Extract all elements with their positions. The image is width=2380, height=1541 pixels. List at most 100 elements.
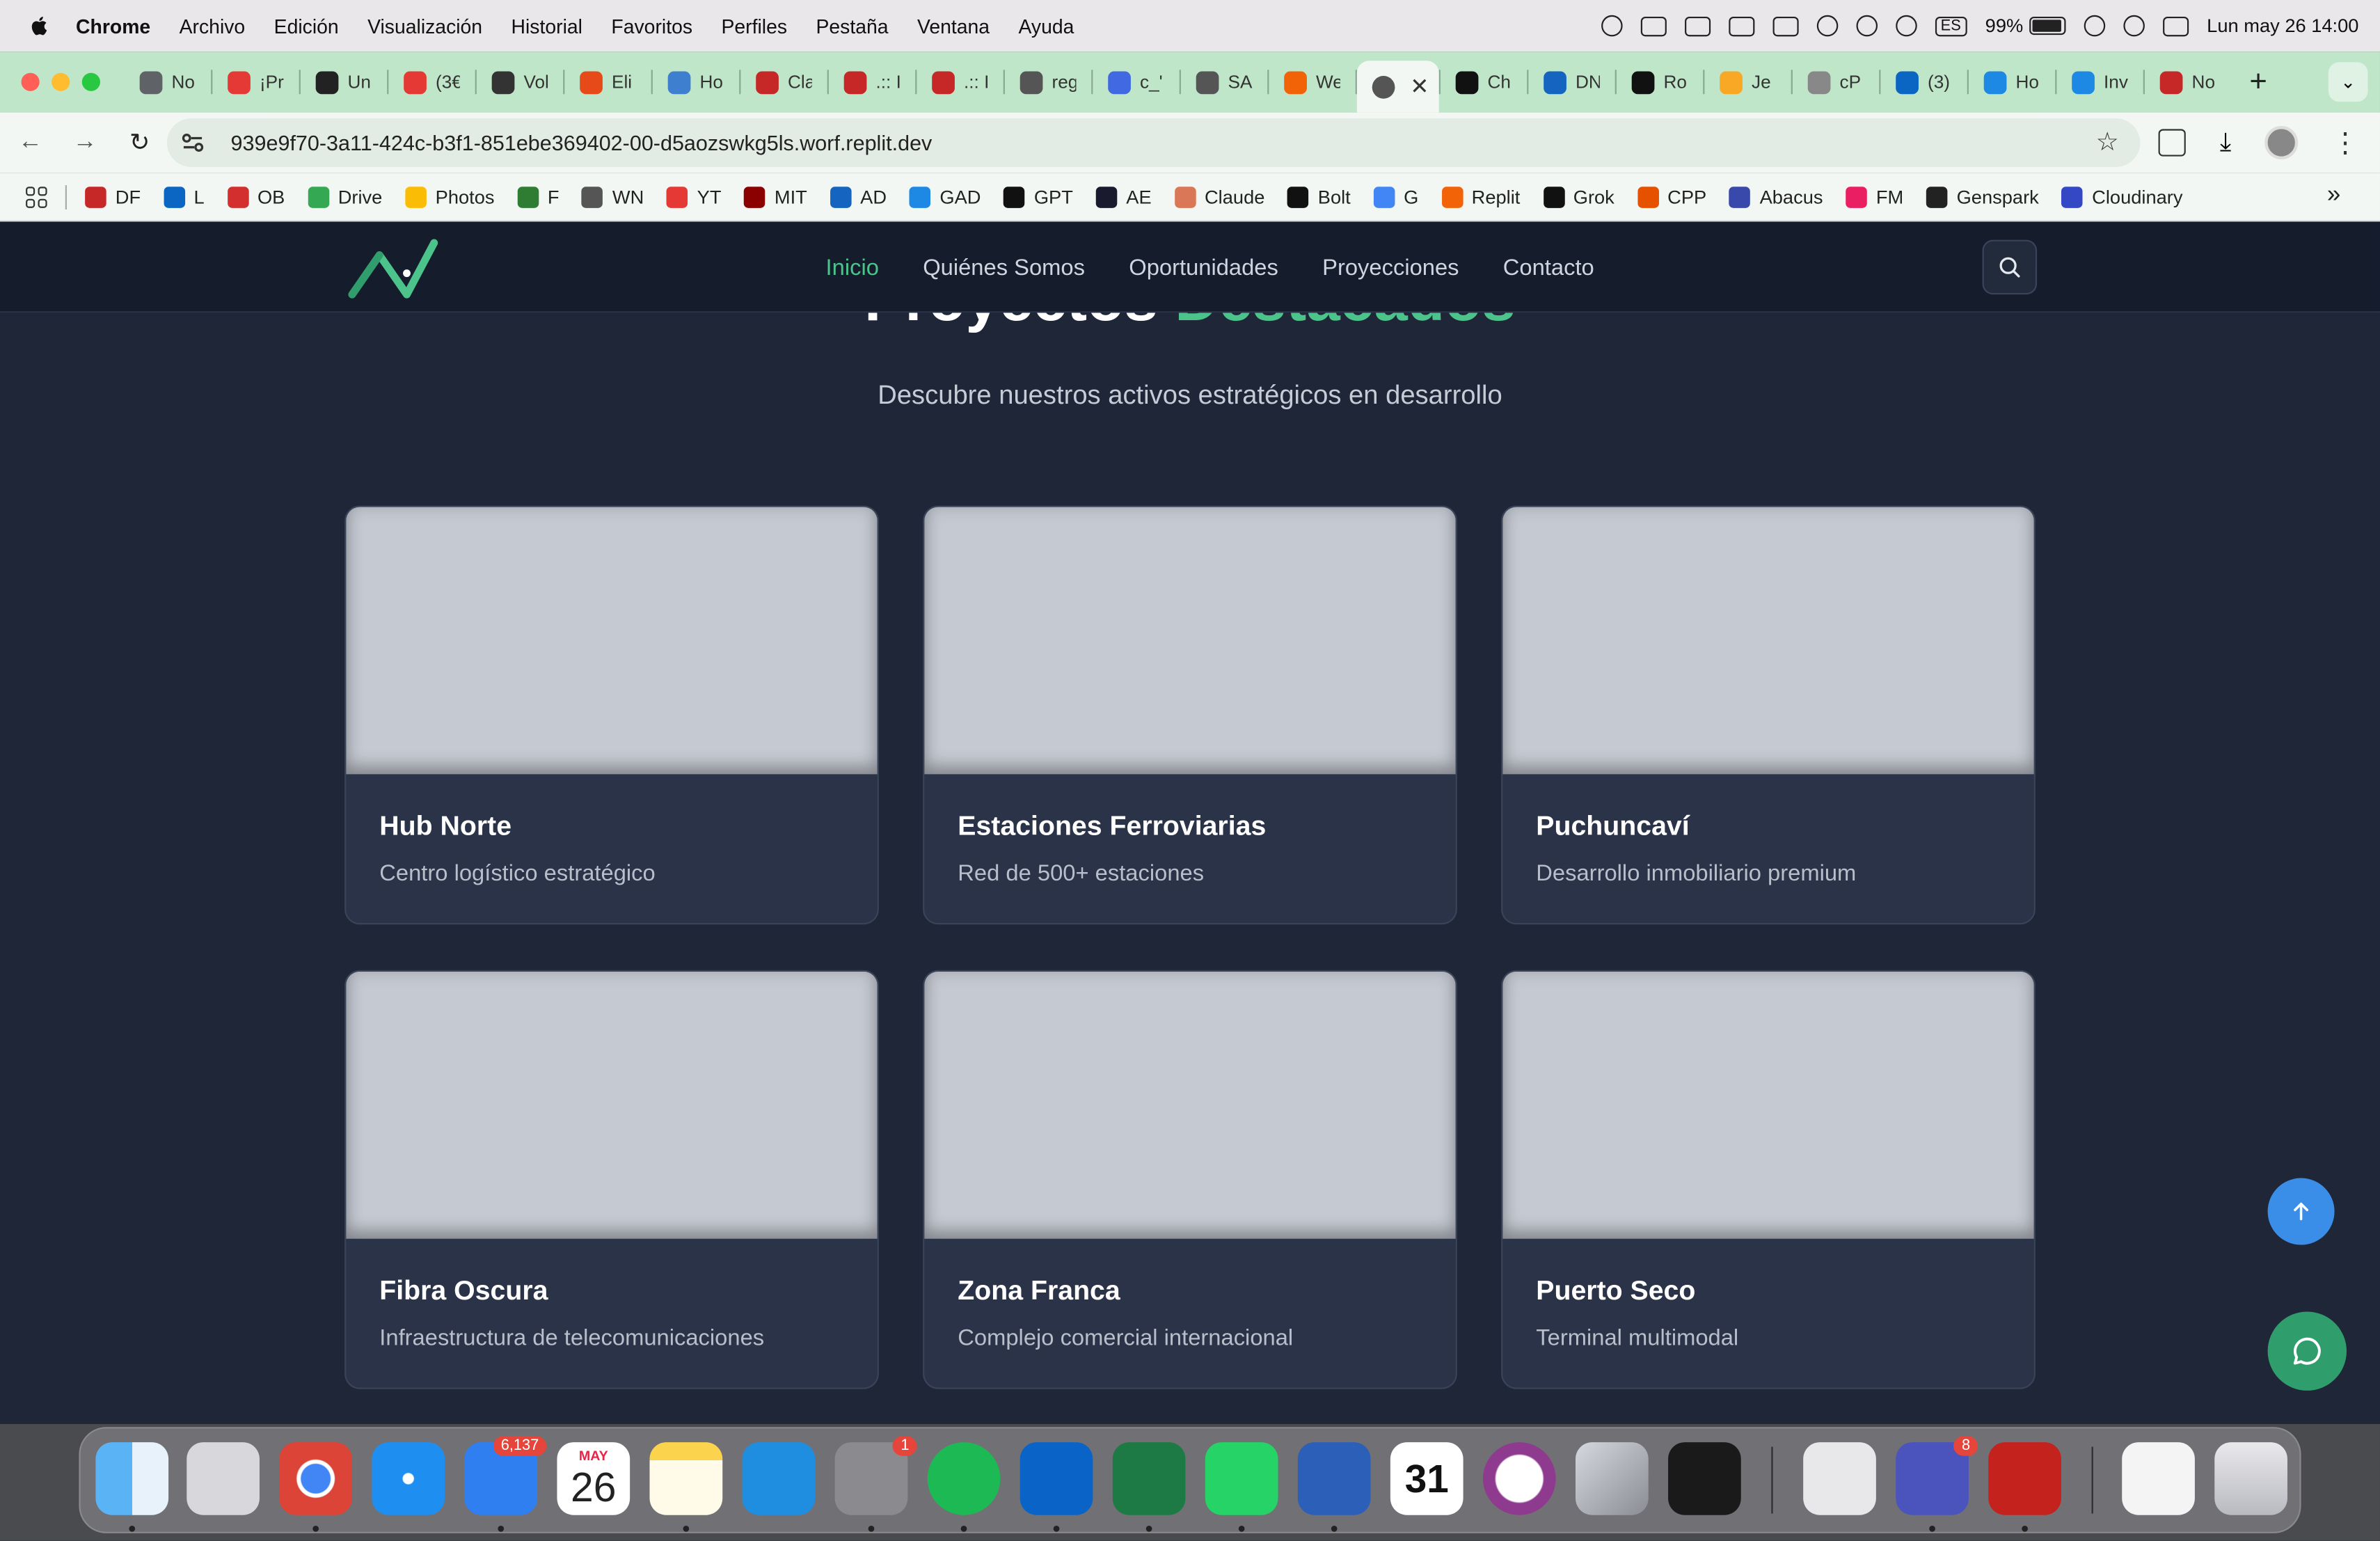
nav-proyecciones[interactable]: Proyecciones <box>1322 254 1459 280</box>
browser-tab[interactable]: (3) <box>1880 59 1967 104</box>
close-tab-icon[interactable]: ✕ <box>1410 73 1429 100</box>
nav-contacto[interactable]: Contacto <box>1503 254 1594 280</box>
safari-icon[interactable] <box>372 1442 445 1515</box>
launchpad-icon[interactable] <box>187 1442 260 1515</box>
iphone-mirroring-icon[interactable] <box>1576 1442 1649 1515</box>
bookmark-item[interactable]: Claude <box>1174 186 1264 207</box>
bookmark-item[interactable]: Grok <box>1543 186 1615 207</box>
bookmark-item[interactable]: AE <box>1095 186 1152 207</box>
tab-active[interactable]: ✕ <box>1356 61 1439 113</box>
browser-tab[interactable]: Vol <box>477 59 563 104</box>
acrobat-icon[interactable] <box>1988 1442 2061 1515</box>
browser-tab[interactable]: Ho <box>653 59 739 104</box>
bookmark-item[interactable]: CPP <box>1637 186 1706 207</box>
close-window-icon[interactable] <box>21 72 40 91</box>
brand-logo-icon[interactable] <box>346 234 440 301</box>
bookmark-item[interactable]: OB <box>227 186 285 207</box>
keyboard-icon[interactable] <box>1772 15 1798 36</box>
browser-tab[interactable]: (3€ <box>388 59 475 104</box>
browser-tab[interactable]: No <box>2145 59 2231 104</box>
bookmark-item[interactable]: YT <box>667 186 722 207</box>
calendar-31-icon[interactable]: 31 <box>1390 1442 1463 1515</box>
browser-tab[interactable]: Cla <box>740 59 827 104</box>
chrome-menu-icon[interactable]: ⋮ <box>2331 127 2358 159</box>
menu-clock[interactable]: Lun may 26 14:00 <box>2207 15 2358 37</box>
outlook-status-icon[interactable] <box>1640 15 1666 36</box>
tab-search-chevron-icon[interactable]: ⌄ <box>2328 62 2368 102</box>
spotlight-search-icon[interactable] <box>2123 15 2145 37</box>
minimize-window-icon[interactable] <box>51 72 70 91</box>
disk-utility-icon[interactable] <box>1803 1442 1876 1515</box>
url-text[interactable]: 939e9f70-3a11-424c-b3f1-851ebe369402-00-… <box>231 131 933 155</box>
menu-perfiles[interactable]: Perfiles <box>721 15 787 38</box>
menu-favoritos[interactable]: Favoritos <box>611 15 692 38</box>
apple-menu-icon[interactable] <box>27 14 51 38</box>
apps-grid-icon[interactable] <box>26 186 47 207</box>
browser-tab[interactable]: No <box>125 59 211 104</box>
browser-tab[interactable]: Je <box>1704 59 1791 104</box>
project-card-puchuncavi[interactable]: Puchuncaví Desarrollo inmobiliario premi… <box>1501 505 2036 925</box>
chat-button[interactable] <box>2267 1311 2347 1391</box>
profile-avatar[interactable] <box>2264 126 2299 160</box>
menu-edicion[interactable]: Edición <box>274 15 339 38</box>
site-search-button[interactable] <box>1982 239 2038 295</box>
bookmark-item[interactable]: WN <box>582 186 644 207</box>
menu-pestana[interactable]: Pestaña <box>816 15 888 38</box>
project-card-estaciones[interactable]: Estaciones Ferroviarias Red de 500+ esta… <box>923 505 1457 925</box>
forward-arrow-icon[interactable]: → <box>68 129 102 156</box>
circle-app-icon[interactable] <box>1482 1442 1556 1515</box>
bookmark-item[interactable]: Replit <box>1441 186 1520 207</box>
bookmark-star-icon[interactable]: ☆ <box>2096 127 2119 158</box>
battery-status[interactable]: 99% <box>1985 15 2066 36</box>
nav-oportunidades[interactable]: Oportunidades <box>1129 254 1278 280</box>
link-icon[interactable] <box>2084 15 2106 37</box>
back-arrow-icon[interactable]: ← <box>14 129 47 156</box>
document-preview-icon[interactable] <box>2122 1442 2195 1515</box>
excel-icon[interactable] <box>1112 1442 1186 1515</box>
browser-tab[interactable]: Ro <box>1617 59 1703 104</box>
project-card-fibra-oscura[interactable]: Fibra Oscura Infraestructura de telecomu… <box>344 970 879 1389</box>
bookmark-item[interactable]: AD <box>830 186 887 207</box>
address-bar[interactable]: 939e9f70-3a11-424c-b3f1-851ebe369402-00-… <box>166 118 2141 167</box>
browser-tab[interactable]: cP <box>1793 59 1879 104</box>
browser-tab[interactable]: .:: I <box>829 59 915 104</box>
teams-icon[interactable]: 8 <box>1896 1436 1978 1515</box>
browser-tab[interactable]: Inv <box>2056 59 2143 104</box>
play-icon[interactable] <box>1816 15 1838 37</box>
notes-icon[interactable] <box>649 1442 723 1515</box>
scroll-to-top-button[interactable] <box>2267 1178 2335 1245</box>
bookmark-item[interactable]: Genspark <box>1926 186 2039 207</box>
browser-tab[interactable]: Eli <box>564 59 651 104</box>
menu-historial[interactable]: Historial <box>511 15 582 38</box>
bookmark-item[interactable]: Abacus <box>1729 186 1823 207</box>
bookmark-item[interactable]: Photos <box>405 186 495 207</box>
finder-icon[interactable] <box>95 1442 169 1515</box>
input-source-badge[interactable]: ES <box>1934 15 1967 36</box>
status-app-icon[interactable] <box>1601 15 1622 37</box>
calendar-icon[interactable]: MAY 26 <box>557 1442 630 1515</box>
bookmark-item[interactable]: L <box>163 186 205 207</box>
airpods-icon[interactable] <box>1855 15 1878 37</box>
mail-icon[interactable]: 6,137 <box>464 1436 547 1515</box>
extensions-puzzle-icon[interactable] <box>2159 129 2187 157</box>
browser-tab[interactable]: c_' <box>1093 59 1179 104</box>
browser-tab[interactable]: Un <box>301 59 387 104</box>
bookmark-item[interactable]: GPT <box>1003 186 1073 207</box>
keynote-icon[interactable] <box>742 1442 816 1515</box>
trash-icon[interactable] <box>2214 1442 2287 1515</box>
bookmark-item[interactable]: Cloudinary <box>2061 186 2183 207</box>
bluetooth-icon[interactable] <box>1895 15 1917 37</box>
nav-inicio[interactable]: Inicio <box>826 254 879 280</box>
project-card-hub-norte[interactable]: Hub Norte Centro logístico estratégico <box>344 505 879 925</box>
bookmark-item[interactable]: GAD <box>909 186 981 207</box>
project-card-puerto-seco[interactable]: Puerto Seco Terminal multimodal <box>1501 970 2036 1389</box>
whatsapp-icon[interactable] <box>1205 1442 1278 1515</box>
replit-dock-icon[interactable] <box>1668 1442 1741 1515</box>
download-icon[interactable]: ⤓ <box>2220 127 2231 158</box>
browser-tab[interactable]: reg <box>1005 59 1091 104</box>
bookmark-item[interactable]: DF <box>85 186 141 207</box>
menu-visualizacion[interactable]: Visualización <box>367 15 482 38</box>
browser-tab[interactable]: SA <box>1181 59 1267 104</box>
menu-app-name[interactable]: Chrome <box>76 15 150 38</box>
menu-archivo[interactable]: Archivo <box>180 15 246 38</box>
